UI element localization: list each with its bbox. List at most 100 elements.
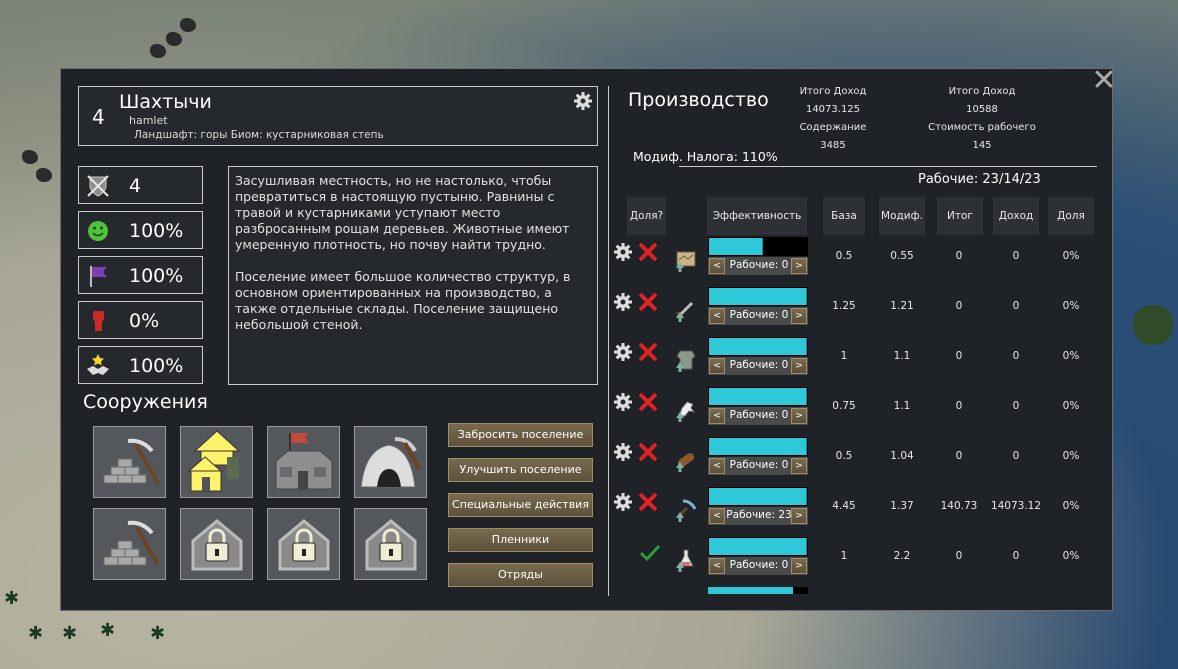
- locked-slot[interactable]: [354, 508, 427, 580]
- efficiency-bar: [708, 237, 808, 256]
- cave-mine-building[interactable]: [354, 426, 427, 498]
- income-value: 0: [1012, 450, 1020, 462]
- increase-workers-button[interactable]: >: [791, 308, 807, 324]
- gear-icon[interactable]: [573, 91, 593, 111]
- workers-stepper: < Рабочие: 0 >: [708, 407, 808, 425]
- stat-military: 4: [78, 166, 203, 204]
- stat-trust: 100%: [78, 346, 203, 384]
- modifier-value: 1.37: [890, 500, 914, 512]
- tax-modifier: Модиф. Налога: 110%: [633, 149, 778, 164]
- decrease-workers-button[interactable]: <: [709, 308, 725, 324]
- decrease-workers-button[interactable]: <: [709, 458, 725, 474]
- total-value: 0: [955, 250, 963, 262]
- modifier-value: 2.2: [893, 550, 911, 562]
- handshake-star-icon: [87, 354, 109, 375]
- smiley-face-icon: [88, 221, 108, 241]
- base-value: 4.45: [832, 500, 856, 512]
- checkmark-icon[interactable]: [639, 543, 661, 563]
- increase-workers-button[interactable]: >: [791, 508, 807, 524]
- efficiency-bar-fill: [709, 288, 807, 305]
- production-row: < Рабочие: 23 >4.45 1.37 140.73 14073.12 0%: [609, 487, 1109, 537]
- modifier-value: 1.21: [890, 300, 914, 312]
- gear-icon[interactable]: [613, 392, 633, 412]
- decrease-workers-button[interactable]: <: [709, 408, 725, 424]
- locked-slot[interactable]: [180, 508, 253, 580]
- abandon-settlement-button[interactable]: Забросить поселение: [448, 423, 593, 447]
- settlement-header: 4 Шахтычи hamlet Ландшафт: горы Биом: ку…: [78, 86, 598, 146]
- stat-value: 100%: [129, 355, 184, 377]
- decrease-workers-button[interactable]: <: [709, 558, 725, 574]
- gear-icon[interactable]: [613, 492, 633, 512]
- increase-workers-button[interactable]: >: [791, 458, 807, 474]
- gear-icon[interactable]: [613, 442, 633, 462]
- gear-icon[interactable]: [613, 242, 633, 262]
- prisoners-button[interactable]: Пленники: [448, 528, 593, 552]
- decrease-workers-button[interactable]: <: [709, 258, 725, 274]
- efficiency-bar: [708, 537, 808, 556]
- share-value: 0%: [1062, 550, 1080, 562]
- flag-hall-building[interactable]: [267, 426, 340, 498]
- total-value: 0: [955, 400, 963, 412]
- efficiency-bar-fill: [709, 388, 807, 405]
- income-value: 0: [1012, 550, 1020, 562]
- share-value: 0%: [1062, 450, 1080, 462]
- upgrade-houses-building[interactable]: [180, 426, 253, 498]
- total-value: 0: [955, 300, 963, 312]
- decrease-workers-button[interactable]: <: [709, 508, 725, 524]
- workers-stepper: < Рабочие: 0 >: [708, 257, 808, 275]
- upkeep-label: Содержание: [799, 122, 867, 133]
- close-red-x-icon[interactable]: [636, 240, 660, 264]
- close-red-x-icon[interactable]: [636, 490, 660, 514]
- income-value: 0: [1012, 300, 1020, 312]
- share-value: 0%: [1062, 300, 1080, 312]
- close-red-x-icon[interactable]: [636, 440, 660, 464]
- close-red-x-icon[interactable]: [636, 390, 660, 414]
- decrease-workers-button[interactable]: <: [709, 358, 725, 374]
- gear-icon[interactable]: [613, 342, 633, 362]
- increase-workers-button[interactable]: >: [791, 358, 807, 374]
- stat-loyalty: 100%: [78, 256, 203, 294]
- gear-icon[interactable]: [613, 292, 633, 312]
- structures-title: Сооружения: [83, 391, 208, 413]
- workers-stepper: < Рабочие: 0 >: [708, 457, 808, 475]
- efficiency-bar-fill: [709, 438, 807, 455]
- close-red-x-icon[interactable]: [636, 340, 660, 364]
- upkeep-value: 3485: [820, 140, 846, 151]
- map-tree: ✱: [62, 623, 78, 644]
- map-icon: [676, 251, 696, 272]
- purple-flag-icon: [90, 266, 107, 287]
- efficiency-bar-fill: [709, 488, 807, 505]
- mine-bricks-building-2[interactable]: [93, 508, 166, 580]
- increase-workers-button[interactable]: >: [791, 408, 807, 424]
- total-value: 0: [955, 350, 963, 362]
- locked-slot[interactable]: [267, 508, 340, 580]
- settlement-window: ✕ 4 Шахтычи hamlet Ландшафт: горы Биом: …: [60, 66, 1117, 611]
- tax-divider: [679, 166, 1097, 167]
- share-value: 0%: [1062, 500, 1080, 512]
- production-row: < Рабочие: 0 >1 1.1 0 0 0%: [609, 337, 1109, 387]
- income-value: 0: [1012, 250, 1020, 262]
- base-value: 0.75: [832, 400, 856, 412]
- map-rock: [166, 32, 182, 46]
- horse-icon: [676, 401, 696, 422]
- settlement-name: Шахтычи: [119, 91, 212, 113]
- upgrade-settlement-button[interactable]: Улучшить поселение: [448, 458, 593, 482]
- production-row: < Рабочие: 0 >0.5 1.04 0 0 0%: [609, 437, 1109, 487]
- map-bush: [1133, 305, 1173, 345]
- efficiency-bar: [708, 387, 808, 406]
- special-actions-button[interactable]: Специальные действия: [448, 493, 593, 517]
- workers-label: Рабочие: 23: [726, 509, 792, 521]
- squads-button[interactable]: Отряды: [448, 563, 593, 587]
- efficiency-bar-fill: [708, 587, 793, 594]
- map-tree: ✱: [28, 623, 44, 644]
- close-red-x-icon[interactable]: [636, 290, 660, 314]
- production-row: < Рабочие: 0 >1 2.2 0 0 0%: [609, 537, 1109, 587]
- total-value: 0: [955, 550, 963, 562]
- increase-workers-button[interactable]: >: [791, 258, 807, 274]
- map-tree: ✱: [100, 620, 116, 641]
- mine-bricks-building[interactable]: [93, 426, 166, 498]
- close-icon[interactable]: ✕: [1091, 66, 1117, 96]
- net-income-label: Итого Доход: [948, 86, 1016, 97]
- increase-workers-button[interactable]: >: [791, 558, 807, 574]
- income-value: 0: [1012, 400, 1020, 412]
